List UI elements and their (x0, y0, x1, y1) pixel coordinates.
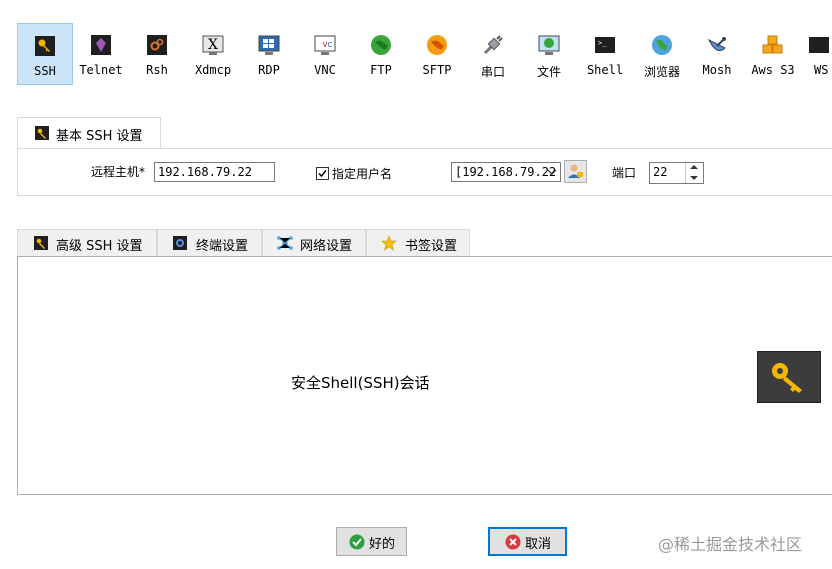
mosh-satellite-icon (707, 37, 726, 52)
toolbar-item-label: Telnet (79, 63, 123, 77)
toolbar-item-label: Xdmcp (194, 63, 232, 77)
port-spinner[interactable] (685, 163, 703, 183)
telnet-icon (91, 35, 111, 55)
network-icon (277, 236, 293, 250)
wrench-icon (34, 236, 48, 250)
tab-network-settings[interactable]: 网络设置 (262, 229, 366, 256)
ws-icon (809, 37, 829, 53)
remote-host-input[interactable]: 192.168.79.22 (154, 162, 275, 182)
tab-label: 基本 SSH 设置 (56, 129, 143, 144)
toolbar-item-ws[interactable]: WS (805, 23, 832, 85)
username-combobox[interactable]: [192.168.79.22 (451, 162, 561, 182)
watermark: @稀土掘金技术社区 (658, 535, 803, 554)
toolbar-item-aws-s3[interactable]: Aws S3 (745, 23, 801, 85)
user-manager-button[interactable] (564, 160, 587, 183)
toolbar-item-serial[interactable]: 串口 (466, 23, 520, 85)
toolbar-item-ftp[interactable]: FTP (354, 23, 408, 85)
shell-terminal-icon: >_ (595, 37, 615, 53)
toolbar-item-browser[interactable]: 浏览器 (634, 23, 690, 85)
spin-up-icon[interactable] (686, 163, 702, 172)
key-icon (772, 363, 802, 393)
toolbar-item-xdmcp[interactable]: X Xdmcp (186, 23, 240, 85)
key-icon (35, 126, 49, 140)
serial-plug-icon (483, 35, 503, 55)
toolbar-item-label: WS (814, 63, 829, 77)
ok-button[interactable]: 好的 (336, 527, 407, 556)
toolbar-item-label: VNC (314, 63, 336, 77)
toolbar-item-label: Aws S3 (751, 63, 795, 77)
toolbar-item-ssh[interactable]: SSH (17, 23, 73, 85)
svg-text:C: C (328, 41, 333, 49)
port-value: 22 (653, 165, 668, 179)
tab-basic-ssh-settings[interactable]: 基本 SSH 设置 (17, 117, 161, 148)
toolbar-item-label: 浏览器 (643, 65, 680, 79)
tab-label: 终端设置 (196, 239, 249, 254)
toolbar-item-shell[interactable]: >_ Shell (578, 23, 632, 85)
tab-terminal-settings[interactable]: 终端设置 (157, 229, 262, 256)
chevron-down-icon (547, 169, 557, 175)
ssh-key-illustration (757, 351, 821, 403)
cancel-button-label: 取消 (525, 537, 552, 552)
svg-text:X: X (208, 37, 218, 53)
ok-button-label: 好的 (369, 537, 396, 552)
basic-settings-panel: 远程主机* 192.168.79.22 指定用户名 [192.168.79.22… (17, 148, 832, 196)
toolbar-item-label: 串口 (480, 65, 505, 79)
session-type-toolbar: SSH Telnet Rsh X Xdmcp RDP VC VNC FTP SF… (0, 0, 832, 100)
toolbar-item-label: SFTP (422, 63, 452, 77)
port-label: 端口 (612, 166, 637, 180)
tab-label: 书签设置 (405, 239, 458, 254)
cancel-circle-icon (505, 534, 521, 550)
sftp-globe-icon (427, 35, 447, 55)
username-value: [192.168.79.22 (455, 165, 557, 179)
toolbar-item-label: FTP (370, 63, 392, 77)
tab-advanced-ssh-settings[interactable]: 高级 SSH 设置 (17, 229, 157, 256)
toolbar-item-vnc[interactable]: VC VNC (298, 23, 352, 85)
star-icon (381, 235, 397, 251)
tab-content-panel: 安全Shell(SSH)会话 (17, 256, 832, 495)
toolbar-item-telnet[interactable]: Telnet (74, 23, 128, 85)
specify-user-label: 指定用户名 (332, 167, 393, 181)
file-monitor-icon (538, 35, 560, 55)
rsh-icon (147, 35, 167, 55)
svg-text:>_: >_ (598, 39, 607, 47)
toolbar-item-label: RDP (258, 63, 280, 77)
browser-globe-icon (652, 35, 672, 55)
toolbar-item-label: 文件 (536, 65, 561, 79)
checkmark-circle-icon (349, 534, 365, 550)
tab-label: 网络设置 (300, 239, 353, 254)
check-icon (318, 170, 327, 178)
toolbar-item-label: Shell (586, 63, 624, 77)
key-icon (35, 36, 55, 56)
toolbar-item-label: Rsh (146, 63, 168, 77)
xdmcp-icon: X (202, 35, 224, 55)
toolbar-item-rsh[interactable]: Rsh (130, 23, 184, 85)
spin-down-icon[interactable] (686, 173, 702, 182)
tab-bookmark-settings[interactable]: 书签设置 (366, 229, 470, 256)
rdp-icon (258, 35, 280, 55)
user-icon (568, 164, 583, 178)
specify-user-checkbox[interactable] (316, 167, 329, 180)
toolbar-item-rdp[interactable]: RDP (242, 23, 296, 85)
cancel-button[interactable]: 取消 (488, 527, 567, 556)
toolbar-item-mosh[interactable]: Mosh (690, 23, 744, 85)
tab-label: 高级 SSH 设置 (56, 239, 143, 254)
remote-host-label: 远程主机* (91, 165, 146, 179)
session-description: 安全Shell(SSH)会话 (291, 374, 430, 392)
terminal-settings-icon (173, 236, 187, 250)
ftp-globe-icon (371, 35, 391, 55)
toolbar-item-label: Mosh (702, 63, 732, 77)
aws-cubes-icon (762, 35, 783, 54)
toolbar-item-sftp[interactable]: SFTP (410, 23, 464, 85)
toolbar-item-label: SSH (34, 64, 56, 78)
port-input[interactable]: 22 (649, 162, 704, 184)
toolbar-item-file[interactable]: 文件 (522, 23, 576, 85)
vnc-icon: VC (314, 35, 336, 55)
